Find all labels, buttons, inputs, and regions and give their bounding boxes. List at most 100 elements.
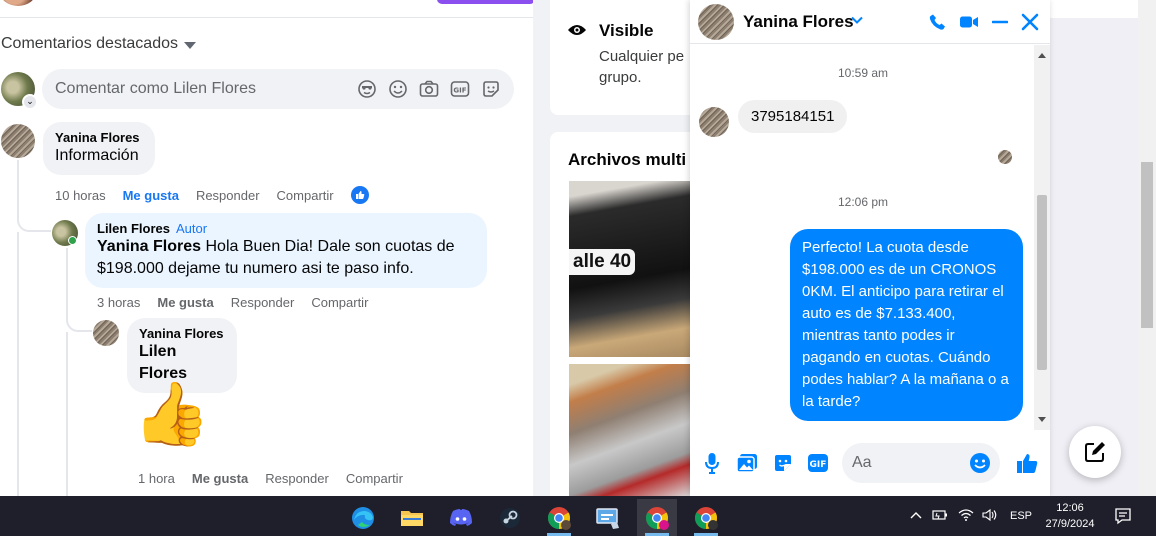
featured-comments-filter[interactable]: Comentarios destacados	[1, 35, 196, 53]
chevron-down-icon[interactable]: ⌄	[22, 94, 38, 110]
like-button[interactable]: Me gusta	[123, 188, 179, 203]
control-panel-icon[interactable]	[588, 499, 628, 536]
caret-down-icon	[183, 41, 196, 49]
language-indicator[interactable]: ESP	[1010, 510, 1032, 522]
comment-bubble: Lilen Flores Autor Yanina Flores Hola Bue…	[85, 213, 487, 288]
top-action-button[interactable]	[437, 0, 533, 4]
mention-link[interactable]: Yanina Flores	[97, 238, 201, 255]
sticker-icon[interactable]	[480, 78, 502, 100]
media-photo[interactable]	[569, 364, 690, 496]
comment-actions: 3 horas Me gusta Responder Compartir	[97, 295, 368, 310]
media-section-title[interactable]: Archivos multi	[568, 150, 686, 170]
clock-date: 27/9/2024	[1045, 518, 1095, 530]
chrome-profile-icon[interactable]	[637, 499, 677, 536]
chat-scrollbar[interactable]	[1034, 45, 1050, 430]
top-bar-strip	[1050, 0, 1138, 18]
featured-comments-label: Comentarios destacados	[1, 35, 178, 52]
thumbs-up-send-icon[interactable]	[1015, 450, 1041, 476]
comment-actions: 10 horas Me gusta Responder Compartir	[55, 186, 369, 204]
comment-time[interactable]: 3 horas	[97, 295, 140, 310]
comment-author[interactable]: Lilen Flores	[97, 221, 170, 236]
messenger-chat-window: Yanina Flores 10:59 am 3795184151 12:06 …	[690, 0, 1050, 496]
scroll-up-arrow[interactable]	[1038, 53, 1046, 58]
camera-icon[interactable]	[418, 78, 440, 100]
gif-icon[interactable]: GIF	[449, 78, 471, 100]
contact-avatar[interactable]	[699, 107, 729, 137]
share-button[interactable]: Compartir	[311, 295, 368, 310]
clock[interactable]: 12:06 27/9/2024	[1040, 500, 1100, 532]
comment-composer[interactable]: GIF	[42, 69, 514, 109]
like-button[interactable]: Me gusta	[157, 295, 213, 310]
video-call-icon[interactable]	[958, 11, 980, 33]
svg-text:GIF: GIF	[810, 460, 827, 470]
new-message-button[interactable]	[1069, 426, 1121, 478]
page-scrollbar-thumb[interactable]	[1141, 162, 1153, 328]
commenter-avatar[interactable]	[1, 124, 35, 158]
emoji-icon[interactable]	[969, 452, 991, 479]
share-button[interactable]: Compartir	[346, 471, 403, 486]
reply-button[interactable]: Responder	[231, 295, 295, 310]
chat-header[interactable]: Yanina Flores	[690, 0, 1050, 44]
battery-plug-icon[interactable]	[932, 509, 948, 524]
author-badge: Autor	[175, 221, 208, 236]
message-input[interactable]	[852, 454, 962, 472]
message-composer[interactable]	[842, 443, 1000, 483]
photo-gallery-icon[interactable]	[736, 452, 758, 474]
thread-line	[17, 232, 19, 496]
sticker-icon[interactable]	[772, 452, 794, 474]
thread-connector	[17, 200, 51, 232]
chevron-down-icon[interactable]	[850, 13, 864, 32]
thread-line	[66, 332, 68, 496]
visibility-description: Cualquier pe grupo.	[599, 48, 685, 86]
comment-input[interactable]	[55, 80, 356, 98]
like-reaction-icon[interactable]	[350, 186, 369, 204]
phone-icon[interactable]	[927, 11, 949, 33]
contact-name[interactable]: Yanina Flores	[743, 12, 854, 32]
chrome-profile-2-icon[interactable]	[686, 499, 726, 536]
minimize-icon[interactable]	[989, 11, 1011, 33]
svg-text:GIF: GIF	[453, 87, 466, 95]
clock-time: 12:06	[1056, 502, 1084, 514]
chevron-up-icon[interactable]	[910, 510, 922, 523]
close-icon[interactable]	[1019, 11, 1041, 33]
commenter-avatar[interactable]	[93, 320, 119, 346]
avatar-sticker-icon[interactable]	[356, 78, 378, 100]
visibility-title: Visible	[599, 21, 654, 40]
steam-icon[interactable]	[490, 499, 530, 536]
reply-button[interactable]: Responder	[196, 188, 260, 203]
microphone-icon[interactable]	[701, 452, 723, 474]
contact-avatar[interactable]	[698, 4, 734, 40]
thumbs-up-sticker: 👍	[133, 380, 211, 449]
comment-bubble: Yanina Flores Información	[43, 122, 155, 175]
comment-author-row: Lilen Flores Autor	[97, 221, 475, 236]
gif-icon[interactable]: GIF	[807, 452, 829, 474]
emoji-icon[interactable]	[387, 78, 409, 100]
notifications-icon[interactable]	[1114, 507, 1132, 530]
scroll-down-arrow[interactable]	[1038, 417, 1046, 422]
comments-panel: Comentarios destacados ⌄ GIF	[0, 0, 533, 496]
edge-icon[interactable]	[343, 499, 383, 536]
message-timestamp: 12:06 pm	[837, 195, 889, 209]
like-button[interactable]: Me gusta	[192, 471, 248, 486]
page-scrollbar[interactable]	[1138, 0, 1156, 496]
file-explorer-icon[interactable]	[392, 499, 432, 536]
comment-time[interactable]: 10 horas	[55, 188, 106, 203]
chrome-icon[interactable]	[539, 499, 579, 536]
comment-author[interactable]: Yanina Flores	[55, 130, 143, 145]
wifi-icon[interactable]	[958, 508, 974, 525]
chat-scrollbar-thumb[interactable]	[1037, 195, 1047, 370]
media-photo[interactable]: alle 40	[569, 181, 690, 357]
volume-icon[interactable]	[982, 508, 998, 525]
discord-icon[interactable]	[441, 499, 481, 536]
comment-author[interactable]: Yanina Flores	[139, 326, 225, 341]
comment-text: Yanina Flores Hola Buen Dia! Dale son cu…	[97, 236, 475, 280]
incoming-message[interactable]: 3795184151	[738, 100, 848, 133]
outgoing-message[interactable]: Perfecto! La cuota desde $198.000 es de …	[790, 229, 1023, 421]
share-button[interactable]: Compartir	[277, 188, 334, 203]
chat-message-list[interactable]: 10:59 am 3795184151 12:06 pm Perfecto! L…	[690, 45, 1036, 430]
compose-icon	[1085, 442, 1105, 462]
comment-time[interactable]: 1 hora	[138, 471, 175, 486]
reply-button[interactable]: Responder	[265, 471, 329, 486]
online-status-dot	[68, 236, 77, 245]
system-tray: ESP	[910, 496, 1032, 536]
